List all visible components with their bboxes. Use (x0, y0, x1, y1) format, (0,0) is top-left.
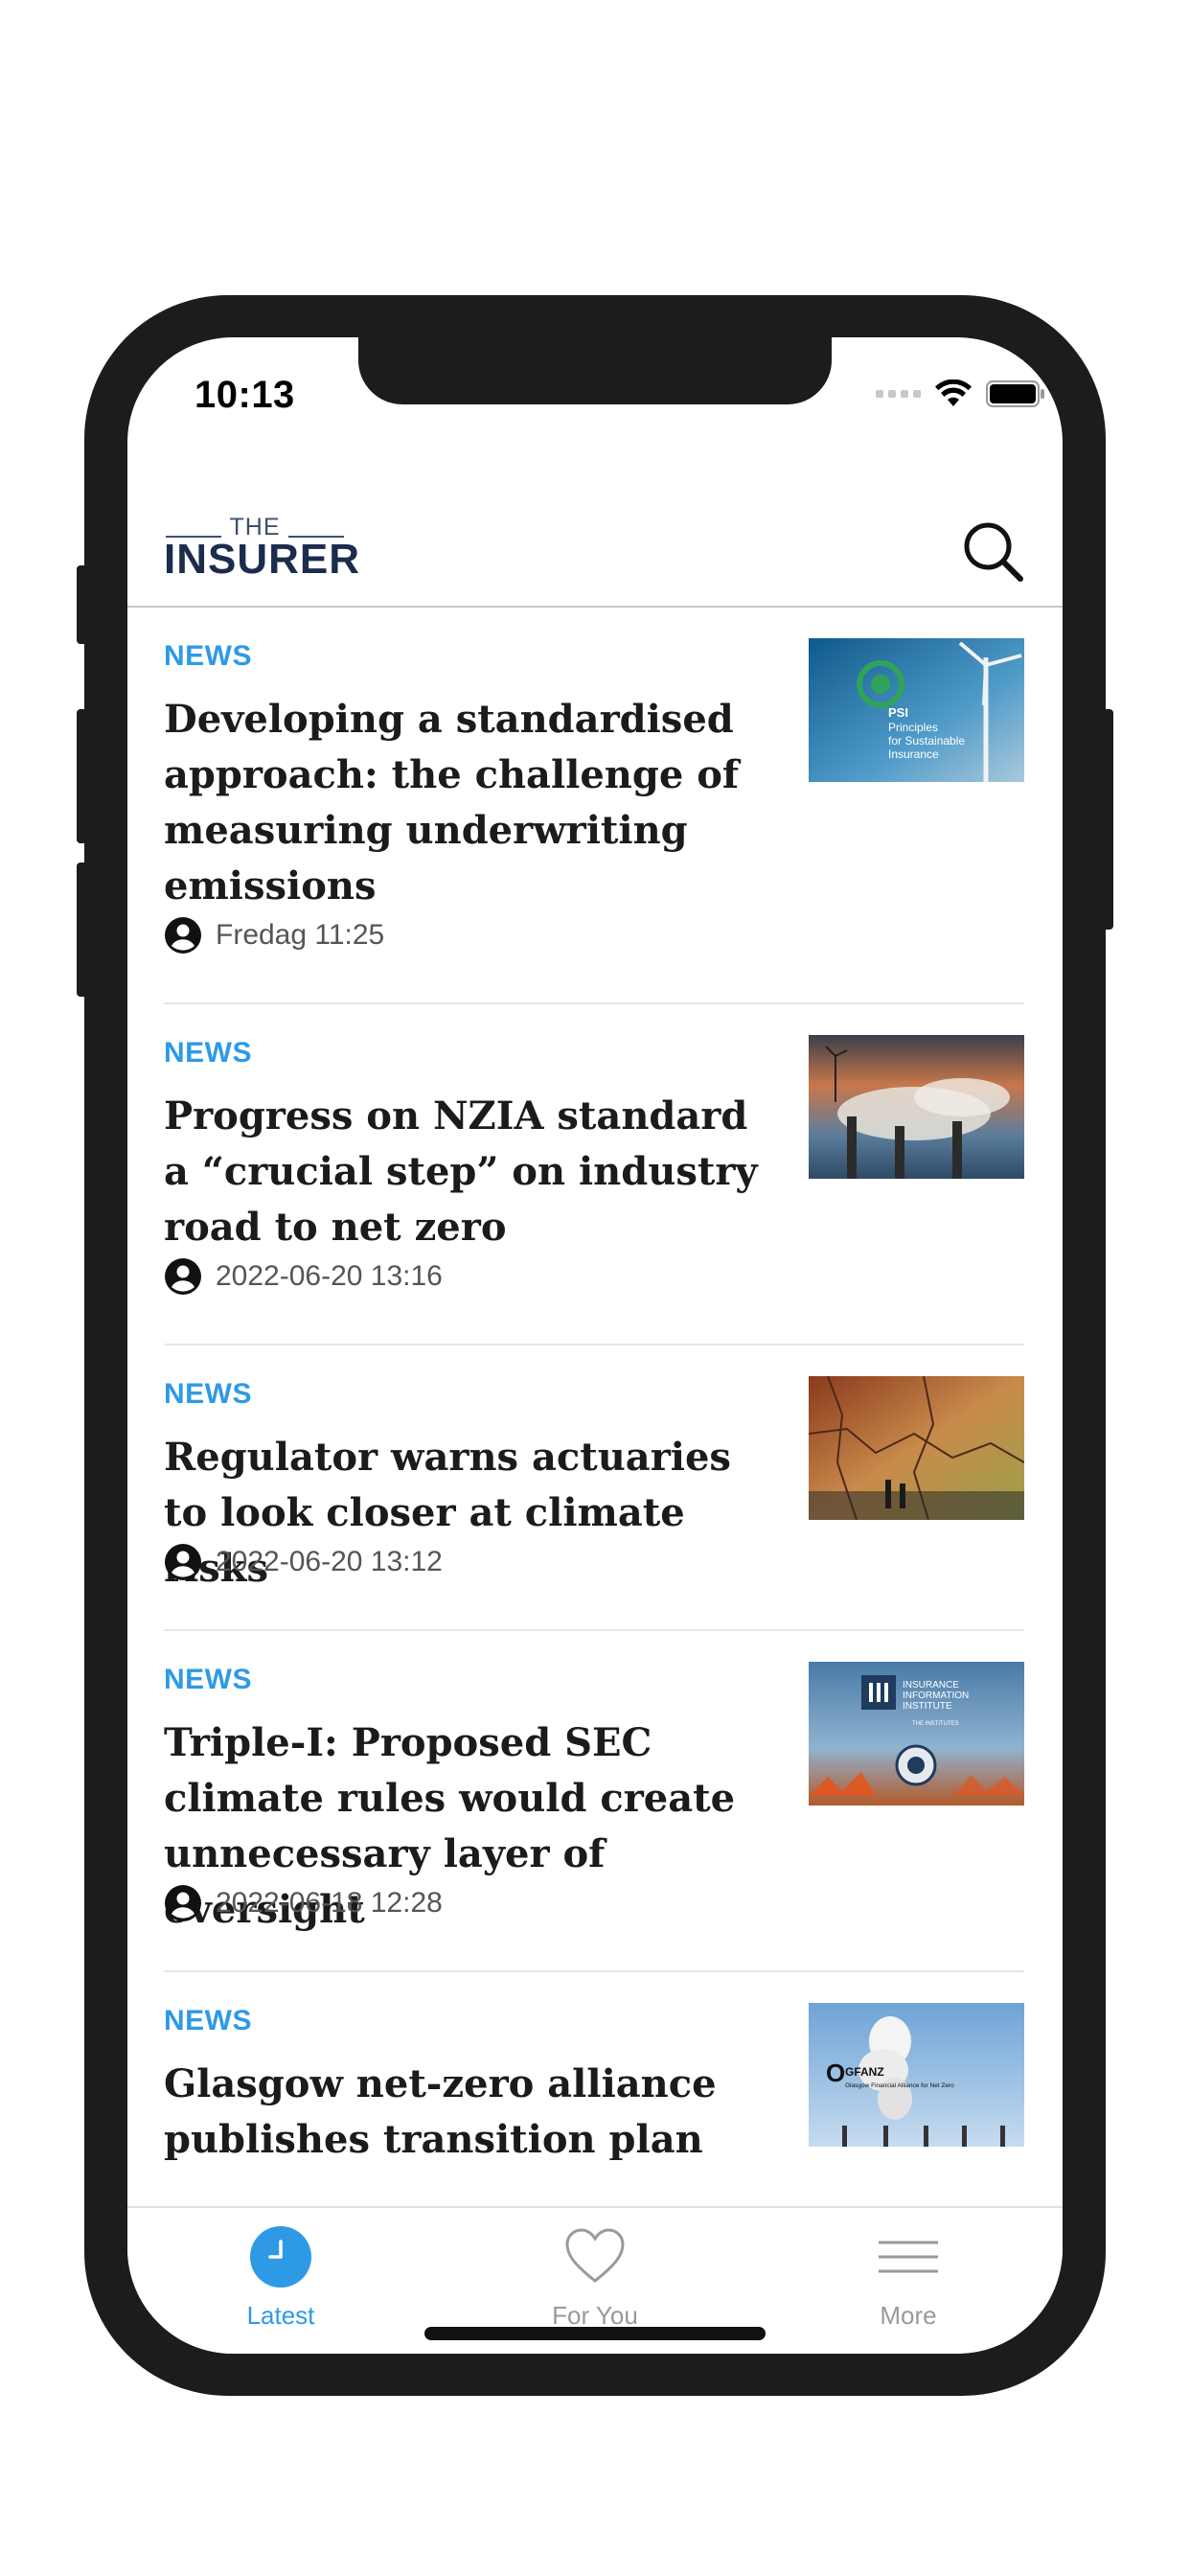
article-time: 2022-06-18 12:28 (216, 1887, 443, 1919)
menu-icon (879, 2241, 938, 2273)
article-category: NEWS (164, 1664, 252, 1695)
article-item[interactable]: NEWS Developing a standardised approach:… (164, 608, 1024, 1004)
logo-main-text: INSURER (164, 536, 361, 583)
svg-text:INFORMATION: INFORMATION (903, 1690, 969, 1701)
article-category: NEWS (164, 1378, 252, 1410)
battery-icon (986, 380, 1044, 407)
notch (358, 337, 832, 404)
search-icon (964, 522, 1023, 582)
svg-text:Insurance: Insurance (888, 748, 939, 761)
app-header: THE INSURER (127, 443, 1063, 608)
status-icons (876, 380, 1045, 408)
svg-text:GFANZ: GFANZ (845, 2065, 884, 2079)
status-time: 10:13 (195, 374, 295, 416)
svg-text:PSI: PSI (888, 705, 908, 720)
article-title[interactable]: Glasgow net-zero alliance publishes tran… (164, 2057, 777, 2160)
article-thumbnail[interactable]: O GFANZ Glasgow Financial Alliance for N… (809, 2003, 1024, 2147)
article-meta: 2022-06-20 13:12 (164, 1543, 443, 1581)
article-category: NEWS (164, 1037, 252, 1069)
article-time: 2022-06-20 13:16 (216, 1260, 443, 1292)
article-thumbnail[interactable] (809, 1035, 1024, 1179)
svg-text:Principles: Principles (888, 721, 938, 734)
article-category: NEWS (164, 2005, 252, 2036)
clock-icon (250, 2226, 311, 2288)
article-thumbnail[interactable]: INSURANCE INFORMATION INSTITUTE THE INST… (809, 1662, 1024, 1806)
cellular-signal-icon (876, 390, 921, 398)
search-button[interactable] (959, 518, 1026, 585)
article-item[interactable]: NEWS Regulator warns actuaries to look c… (164, 1346, 1024, 1631)
article-meta: 2022-06-20 13:16 (164, 1257, 443, 1296)
svg-text:Glasgow Financial Alliance for: Glasgow Financial Alliance for Net Zero (845, 2082, 954, 2089)
article-category: NEWS (164, 640, 252, 672)
tab-label: Latest (246, 2301, 315, 2330)
svg-text:THE INSTITUTES: THE INSTITUTES (912, 1721, 959, 1727)
author-avatar-icon (165, 1258, 201, 1295)
logo-the-text: THE (164, 514, 346, 540)
tab-latest[interactable]: Latest (185, 2225, 377, 2331)
article-meta: 2022-06-18 12:28 (164, 1884, 443, 1922)
article-meta: Fredag 11:25 (164, 916, 384, 954)
article-item[interactable]: NEWS Triple-I: Proposed SEC climate rule… (164, 1631, 1024, 1972)
article-title[interactable]: Developing a standardised approach: the … (164, 692, 777, 914)
svg-text:INSURANCE: INSURANCE (903, 1680, 959, 1690)
article-thumbnail[interactable]: PSI Principles for Sustainable Insurance (809, 638, 1024, 782)
svg-text:for Sustainable: for Sustainable (888, 734, 965, 748)
author-avatar-icon (165, 917, 201, 954)
author-avatar-icon (165, 1544, 201, 1580)
article-thumbnail[interactable] (809, 1376, 1024, 1520)
heart-icon (565, 2228, 625, 2283)
wifi-icon (935, 380, 972, 406)
tab-label: More (880, 2301, 937, 2330)
the-insurer-logo[interactable]: THE INSURER (164, 514, 361, 583)
article-title[interactable]: Progress on NZIA standard a “crucial ste… (164, 1089, 777, 1255)
phone-frame: 10:13 THE INSURER NEWS Developing a stan… (84, 295, 1106, 2396)
app-screen: 10:13 THE INSURER NEWS Developing a stan… (127, 337, 1063, 2354)
article-item[interactable]: NEWS Progress on NZIA standard a “crucia… (164, 1004, 1024, 1346)
home-indicator[interactable] (424, 2327, 766, 2340)
tab-for-you[interactable]: For You (499, 2225, 691, 2331)
tab-more[interactable]: More (812, 2225, 1004, 2331)
article-feed[interactable]: NEWS Developing a standardised approach:… (127, 608, 1063, 2160)
svg-text:INSTITUTE: INSTITUTE (903, 1701, 952, 1712)
article-time: 2022-06-20 13:12 (216, 1546, 443, 1577)
article-time: Fredag 11:25 (216, 919, 385, 951)
article-item[interactable]: NEWS Glasgow net-zero alliance publishes… (164, 1972, 1024, 2160)
svg-text:O: O (826, 2058, 845, 2087)
author-avatar-icon (165, 1885, 201, 1921)
